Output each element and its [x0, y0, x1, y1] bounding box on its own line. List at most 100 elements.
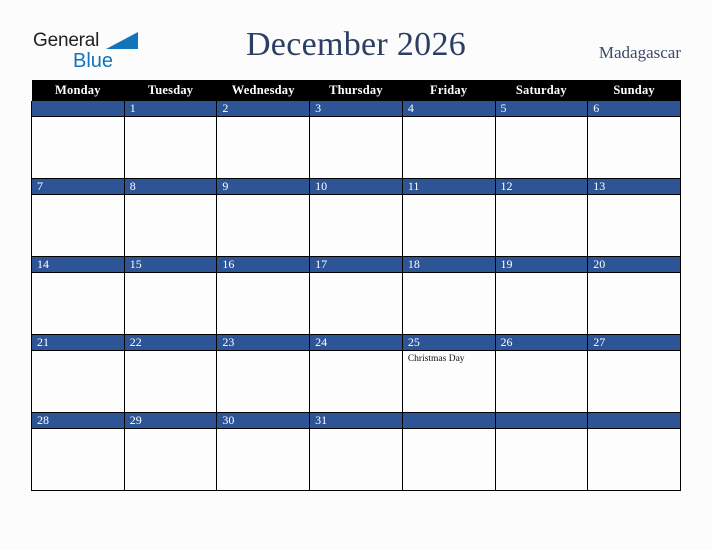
day-number: 25 — [402, 335, 495, 351]
day-number: 7 — [32, 179, 124, 195]
day-number — [32, 101, 124, 117]
calendar-day-cell[interactable]: 27 — [587, 334, 681, 413]
calendar-day-cell[interactable]: 5 — [494, 101, 589, 179]
day-number — [495, 413, 588, 429]
calendar-day-cell[interactable]: 25 Christmas Day — [401, 334, 496, 413]
day-events: Christmas Day — [403, 351, 495, 412]
day-events — [217, 195, 309, 256]
calendar-day-cell[interactable]: 22 — [123, 334, 218, 413]
calendar-day-cell[interactable]: 15 — [123, 256, 218, 335]
calendar-day-cell[interactable]: 1 — [123, 101, 218, 179]
day-events — [310, 273, 402, 334]
calendar-day-cell[interactable]: 2 — [216, 101, 311, 179]
calendar-day-cell[interactable]: 23 — [216, 334, 311, 413]
weekday-header-tuesday: Tuesday — [124, 80, 217, 101]
calendar-week-row: 28 29 30 31 — [31, 412, 681, 491]
day-number: 26 — [495, 335, 588, 351]
calendar-empty-cell[interactable] — [587, 412, 681, 491]
day-events — [310, 117, 402, 178]
calendar-week-row: 21 22 23 24 25 Christmas Day 26 27 — [31, 334, 681, 413]
calendar-day-cell[interactable]: 17 — [309, 256, 403, 335]
day-events — [125, 429, 217, 490]
calendar-grid: Monday Tuesday Wednesday Thursday Friday… — [31, 80, 681, 491]
calendar-day-cell[interactable]: 4 — [401, 101, 496, 179]
calendar-weekday-header-row: Monday Tuesday Wednesday Thursday Friday… — [31, 80, 681, 101]
calendar-day-cell[interactable]: 30 — [216, 412, 311, 491]
calendar-day-cell[interactable]: 12 — [494, 178, 589, 257]
day-number: 21 — [32, 335, 124, 351]
day-events — [588, 273, 680, 334]
day-events — [588, 429, 680, 490]
day-number: 3 — [310, 101, 402, 117]
calendar-day-cell[interactable]: 9 — [216, 178, 311, 257]
day-events — [403, 429, 495, 490]
calendar-week-row: 7 8 9 10 11 12 13 — [31, 178, 681, 257]
calendar-day-cell[interactable]: 21 — [31, 334, 125, 413]
weekday-header-monday: Monday — [31, 80, 125, 101]
day-events — [310, 429, 402, 490]
day-events — [403, 273, 495, 334]
day-events — [125, 351, 217, 412]
day-number: 19 — [495, 257, 588, 273]
calendar-day-cell[interactable]: 18 — [401, 256, 496, 335]
page-header: General Blue December 2026 Madagascar — [0, 0, 712, 80]
day-number: 31 — [310, 413, 402, 429]
calendar-empty-cell[interactable] — [31, 101, 125, 179]
day-number: 24 — [310, 335, 402, 351]
day-events — [217, 273, 309, 334]
day-number: 14 — [32, 257, 124, 273]
day-events — [32, 195, 124, 256]
day-events — [125, 117, 217, 178]
day-events — [403, 195, 495, 256]
day-number: 9 — [217, 179, 310, 195]
calendar-day-cell[interactable]: 20 — [587, 256, 681, 335]
calendar-day-cell[interactable]: 28 — [31, 412, 125, 491]
holiday-event: Christmas Day — [407, 354, 465, 364]
country-label: Madagascar — [598, 43, 681, 62]
calendar-day-cell[interactable]: 14 — [31, 256, 125, 335]
day-events — [125, 273, 217, 334]
calendar-day-cell[interactable]: 16 — [216, 256, 311, 335]
weekday-header-saturday: Saturday — [495, 80, 588, 101]
calendar-body: 1 2 3 4 5 6 7 8 9 10 11 12 13 14 15 16 17 18 19 20 21 22 23 24 2… — [31, 101, 681, 491]
calendar-day-cell[interactable]: 24 — [309, 334, 403, 413]
day-number: 1 — [124, 101, 217, 117]
day-events — [217, 117, 309, 178]
day-events — [32, 351, 124, 412]
calendar-day-cell[interactable]: 8 — [123, 178, 218, 257]
day-number — [402, 413, 495, 429]
calendar-day-cell[interactable]: 6 — [587, 101, 681, 179]
day-number: 12 — [495, 179, 588, 195]
calendar-day-cell[interactable]: 26 — [494, 334, 589, 413]
calendar-day-cell[interactable]: 29 — [123, 412, 218, 491]
day-events — [310, 195, 402, 256]
day-number — [588, 413, 680, 429]
calendar-day-cell[interactable]: 3 — [309, 101, 403, 179]
day-number: 27 — [588, 335, 680, 351]
calendar-empty-cell[interactable] — [401, 412, 496, 491]
weekday-header-friday: Friday — [402, 80, 496, 101]
day-number: 5 — [495, 101, 588, 117]
calendar-day-cell[interactable]: 10 — [309, 178, 403, 257]
calendar-day-cell[interactable]: 7 — [31, 178, 125, 257]
day-events — [588, 117, 680, 178]
day-events — [32, 429, 124, 490]
day-events — [32, 117, 124, 178]
day-number: 18 — [402, 257, 495, 273]
calendar-day-cell[interactable]: 13 — [587, 178, 681, 257]
calendar-day-cell[interactable]: 11 — [401, 178, 496, 257]
day-number: 10 — [310, 179, 402, 195]
day-events — [125, 195, 217, 256]
day-number: 23 — [217, 335, 310, 351]
day-events — [217, 429, 309, 490]
day-number: 13 — [588, 179, 680, 195]
day-events — [310, 351, 402, 412]
calendar-empty-cell[interactable] — [494, 412, 589, 491]
day-events — [496, 429, 588, 490]
day-number: 22 — [124, 335, 217, 351]
day-number: 20 — [588, 257, 680, 273]
day-events — [588, 351, 680, 412]
calendar-day-cell[interactable]: 31 — [309, 412, 403, 491]
day-number: 28 — [32, 413, 124, 429]
calendar-day-cell[interactable]: 19 — [494, 256, 589, 335]
